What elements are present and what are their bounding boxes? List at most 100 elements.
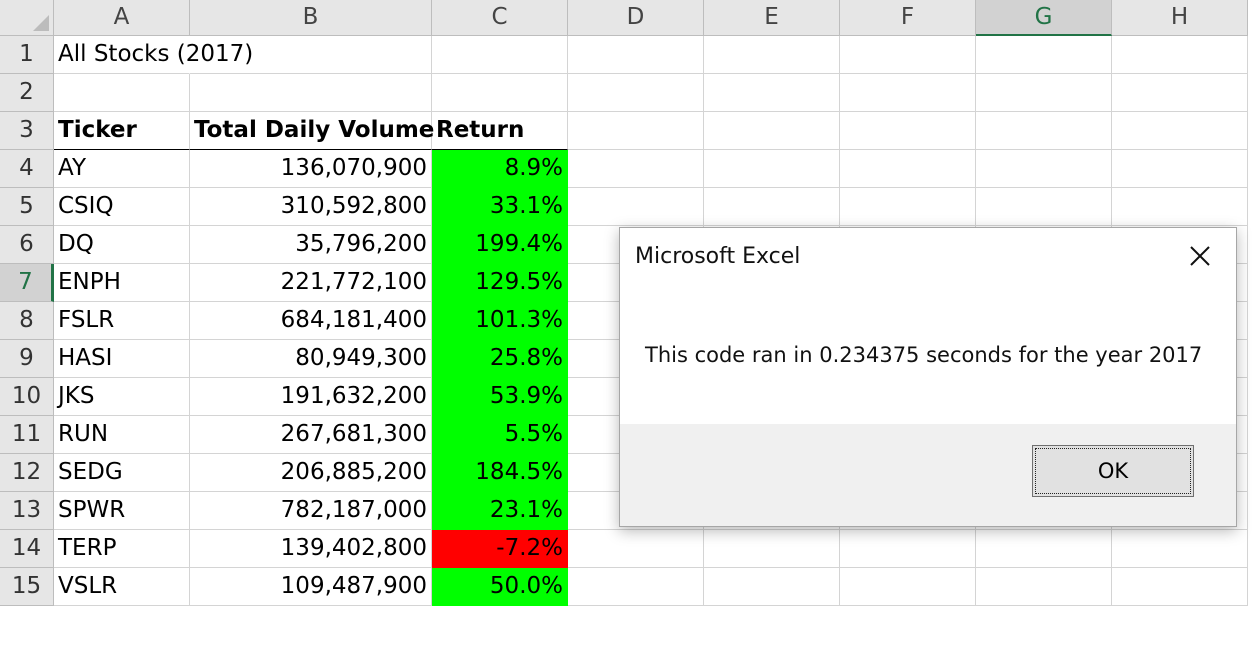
row-header-15[interactable]: 15 bbox=[0, 568, 54, 606]
cell-a13[interactable]: SPWR bbox=[54, 492, 190, 530]
cell-g4[interactable] bbox=[976, 150, 1112, 188]
column-header-b[interactable]: B bbox=[190, 0, 432, 36]
cell-g1[interactable] bbox=[976, 36, 1112, 74]
cell-c9[interactable]: 25.8% bbox=[432, 340, 568, 378]
row-header-2[interactable]: 2 bbox=[0, 74, 54, 112]
cell-d15[interactable] bbox=[568, 568, 704, 606]
row-header-11[interactable]: 11 bbox=[0, 416, 54, 454]
cell-c13[interactable]: 23.1% bbox=[432, 492, 568, 530]
cell-c8[interactable]: 101.3% bbox=[432, 302, 568, 340]
ok-button[interactable]: OK bbox=[1032, 445, 1194, 497]
cell-f14[interactable] bbox=[840, 530, 976, 568]
cell-e2[interactable] bbox=[704, 74, 840, 112]
cell-a4[interactable]: AY bbox=[54, 150, 190, 188]
cell-b2[interactable] bbox=[190, 74, 432, 112]
select-all-corner[interactable] bbox=[0, 0, 54, 36]
cell-a11[interactable]: RUN bbox=[54, 416, 190, 454]
cell-a5[interactable]: CSIQ bbox=[54, 188, 190, 226]
cell-e3[interactable] bbox=[704, 112, 840, 150]
cell-b7[interactable]: 221,772,100 bbox=[190, 264, 432, 302]
cell-c14[interactable]: -7.2% bbox=[432, 530, 568, 568]
cell-a6[interactable]: DQ bbox=[54, 226, 190, 264]
column-header-c[interactable]: C bbox=[432, 0, 568, 36]
column-header-g[interactable]: G bbox=[976, 0, 1112, 36]
cell-b13[interactable]: 782,187,000 bbox=[190, 492, 432, 530]
column-header-e[interactable]: E bbox=[704, 0, 840, 36]
cell-a14[interactable]: TERP bbox=[54, 530, 190, 568]
column-header-d[interactable]: D bbox=[568, 0, 704, 36]
cell-d1[interactable] bbox=[568, 36, 704, 74]
cell-b14[interactable]: 139,402,800 bbox=[190, 530, 432, 568]
row-header-1[interactable]: 1 bbox=[0, 36, 54, 74]
cell-h3[interactable] bbox=[1112, 112, 1248, 150]
cell-e15[interactable] bbox=[704, 568, 840, 606]
row-header-13[interactable]: 13 bbox=[0, 492, 54, 530]
cell-a9[interactable]: HASI bbox=[54, 340, 190, 378]
cell-c15[interactable]: 50.0% bbox=[432, 568, 568, 606]
row-header-10[interactable]: 10 bbox=[0, 378, 54, 416]
cell-b10[interactable]: 191,632,200 bbox=[190, 378, 432, 416]
cell-c6[interactable]: 199.4% bbox=[432, 226, 568, 264]
cell-f4[interactable] bbox=[840, 150, 976, 188]
row-header-7[interactable]: 7 bbox=[0, 264, 54, 302]
cell-a10[interactable]: JKS bbox=[54, 378, 190, 416]
row-header-12[interactable]: 12 bbox=[0, 454, 54, 492]
cell-e5[interactable] bbox=[704, 188, 840, 226]
row-header-14[interactable]: 14 bbox=[0, 530, 54, 568]
cell-a2[interactable] bbox=[54, 74, 190, 112]
cell-a7[interactable]: ENPH bbox=[54, 264, 190, 302]
cell-c12[interactable]: 184.5% bbox=[432, 454, 568, 492]
cell-d4[interactable] bbox=[568, 150, 704, 188]
row-header-4[interactable]: 4 bbox=[0, 150, 54, 188]
close-icon[interactable] bbox=[1186, 242, 1214, 270]
cell-b6[interactable]: 35,796,200 bbox=[190, 226, 432, 264]
cell-b9[interactable]: 80,949,300 bbox=[190, 340, 432, 378]
cell-h1[interactable] bbox=[1112, 36, 1248, 74]
cell-f5[interactable] bbox=[840, 188, 976, 226]
cell-b12[interactable]: 206,885,200 bbox=[190, 454, 432, 492]
cell-c2[interactable] bbox=[432, 74, 568, 112]
cell-a12[interactable]: SEDG bbox=[54, 454, 190, 492]
row-header-9[interactable]: 9 bbox=[0, 340, 54, 378]
cell-c7[interactable]: 129.5% bbox=[432, 264, 568, 302]
cell-a15[interactable]: VSLR bbox=[54, 568, 190, 606]
row-header-3[interactable]: 3 bbox=[0, 112, 54, 150]
cell-b8[interactable]: 684,181,400 bbox=[190, 302, 432, 340]
cell-h2[interactable] bbox=[1112, 74, 1248, 112]
cell-h4[interactable] bbox=[1112, 150, 1248, 188]
cell-h15[interactable] bbox=[1112, 568, 1248, 606]
cell-g2[interactable] bbox=[976, 74, 1112, 112]
cell-g3[interactable] bbox=[976, 112, 1112, 150]
row-header-5[interactable]: 5 bbox=[0, 188, 54, 226]
cell-c10[interactable]: 53.9% bbox=[432, 378, 568, 416]
column-header-h[interactable]: H bbox=[1112, 0, 1248, 36]
cell-a8[interactable]: FSLR bbox=[54, 302, 190, 340]
cell-b3[interactable]: Total Daily Volume bbox=[190, 112, 434, 150]
cell-e4[interactable] bbox=[704, 150, 840, 188]
cell-f3[interactable] bbox=[840, 112, 976, 150]
cell-c11[interactable]: 5.5% bbox=[432, 416, 568, 454]
cell-h5[interactable] bbox=[1112, 188, 1248, 226]
cell-e14[interactable] bbox=[704, 530, 840, 568]
cell-f2[interactable] bbox=[840, 74, 976, 112]
cell-f1[interactable] bbox=[840, 36, 976, 74]
row-header-8[interactable]: 8 bbox=[0, 302, 54, 340]
cell-b1[interactable] bbox=[190, 36, 432, 74]
cell-c1[interactable] bbox=[432, 36, 568, 74]
column-header-a[interactable]: A bbox=[54, 0, 190, 36]
cell-c5[interactable]: 33.1% bbox=[432, 188, 568, 226]
cell-f15[interactable] bbox=[840, 568, 976, 606]
cell-a1[interactable]: All Stocks (2017) bbox=[54, 36, 253, 74]
row-header-6[interactable]: 6 bbox=[0, 226, 54, 264]
cell-c4[interactable]: 8.9% bbox=[432, 150, 568, 188]
cell-b11[interactable]: 267,681,300 bbox=[190, 416, 432, 454]
cell-g14[interactable] bbox=[976, 530, 1112, 568]
cell-a3[interactable]: Ticker bbox=[54, 112, 190, 150]
cell-h14[interactable] bbox=[1112, 530, 1248, 568]
cell-d2[interactable] bbox=[568, 74, 704, 112]
cell-c3[interactable]: Return bbox=[432, 112, 568, 150]
cell-e1[interactable] bbox=[704, 36, 840, 74]
column-header-f[interactable]: F bbox=[840, 0, 976, 36]
cell-d5[interactable] bbox=[568, 188, 704, 226]
cell-b4[interactable]: 136,070,900 bbox=[190, 150, 432, 188]
